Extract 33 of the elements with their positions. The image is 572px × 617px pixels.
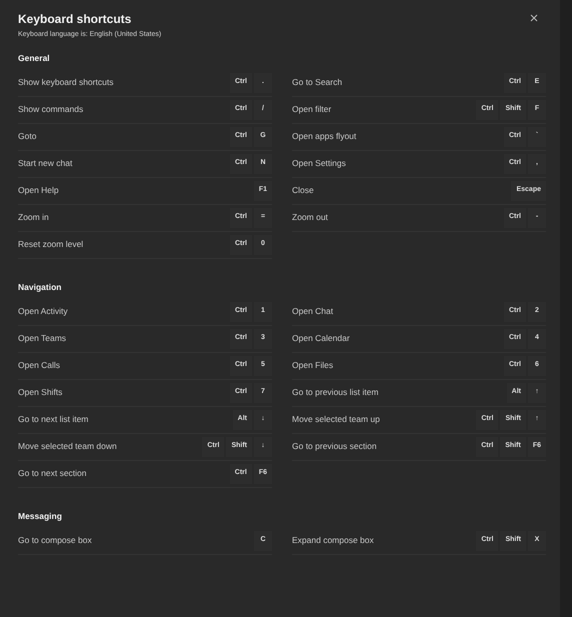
shortcut-label: Open Shifts: [18, 386, 62, 399]
shortcut-label: Go to previous list item: [292, 386, 378, 399]
shortcut-label: Open Settings: [292, 157, 346, 170]
shortcut-label: Close: [292, 184, 314, 197]
shortcut-label: Show keyboard shortcuts: [18, 76, 114, 89]
shortcut-label: Go to Search: [292, 76, 342, 89]
section-heading: Navigation: [18, 280, 62, 292]
shortcut-label: Zoom in: [18, 211, 49, 224]
shortcut-label: Open Calendar: [292, 332, 350, 345]
shortcut-label: Zoom out: [292, 211, 328, 224]
shortcut-label: Reset zoom level: [18, 238, 84, 251]
shortcut-label: Open apps flyout: [292, 130, 356, 143]
shortcut-label: Open Calls: [18, 359, 60, 372]
shortcut-label: Show commands: [18, 103, 84, 116]
shortcut-label: Expand compose box: [292, 534, 374, 547]
section-heading: Messaging: [18, 510, 63, 522]
shortcut-label: Open filter: [292, 103, 332, 116]
shortcut-label: Move selected team up: [292, 413, 380, 426]
shortcut-label: Start new chat: [18, 157, 72, 170]
shortcut-label: Go to next section: [18, 467, 87, 480]
shortcut-label: Go to next list item: [18, 413, 88, 426]
shortcut-label: Open Help: [18, 184, 59, 197]
shortcut-label: Move selected team down: [18, 440, 117, 453]
shortcut-label: Go to compose box: [18, 534, 92, 547]
shortcut-label: Open Chat: [292, 305, 334, 318]
dialog-title: Keyboard shortcuts: [18, 11, 132, 27]
shortcut-label: Goto: [18, 130, 36, 143]
shortcut-label: Open Files: [292, 359, 334, 372]
section-heading: General: [18, 52, 51, 64]
shortcut-label: Go to previous section: [292, 440, 377, 453]
shortcut-label: Open Activity: [18, 305, 68, 318]
shortcut-label: Open Teams: [18, 332, 66, 345]
close-icon[interactable]: [530, 14, 538, 22]
